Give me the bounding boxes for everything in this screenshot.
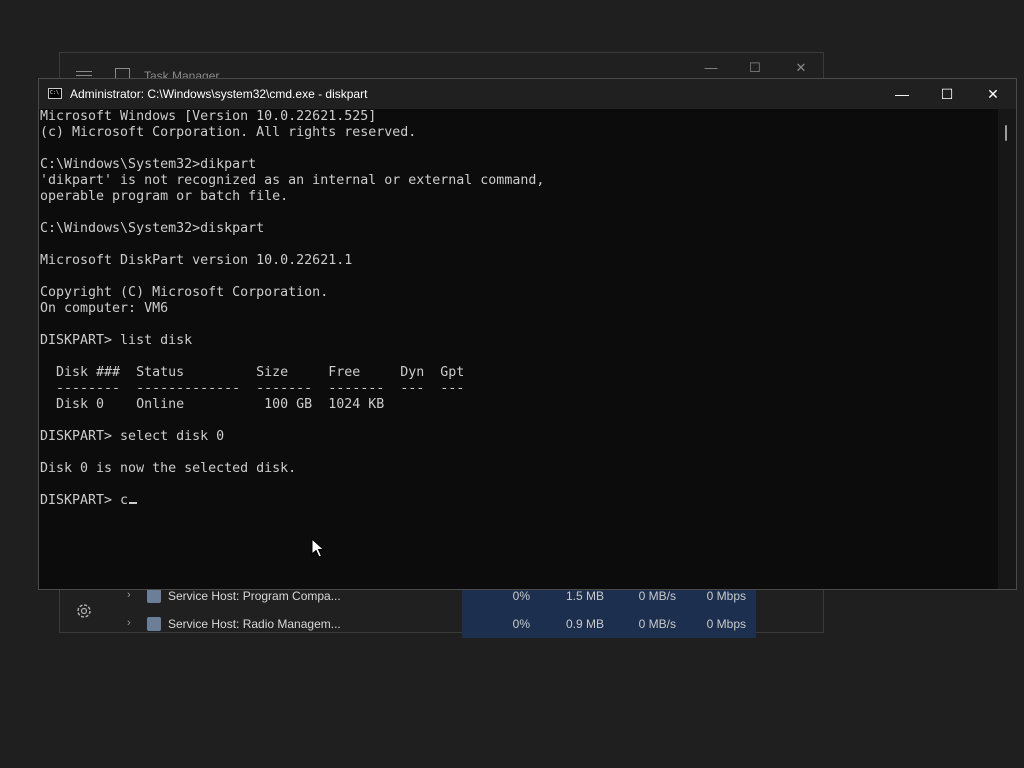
service-host-icon <box>147 589 161 603</box>
cpu-value: 0% <box>512 589 530 603</box>
process-name: Service Host: Radio Managem... <box>168 617 341 631</box>
memory-value: 1.5 MB <box>565 589 604 603</box>
scrollbar-thumb[interactable] <box>1005 125 1007 141</box>
command-prompt-window[interactable]: C:\ Administrator: C:\Windows\system32\c… <box>38 78 1017 590</box>
process-name: Service Host: Program Compa... <box>168 589 341 603</box>
console-area[interactable]: Microsoft Windows [Version 10.0.22621.52… <box>39 109 999 589</box>
vertical-scrollbar[interactable] <box>998 109 1016 589</box>
service-host-icon <box>147 617 161 631</box>
close-button[interactable]: ✕ <box>970 79 1016 109</box>
chevron-right-icon[interactable]: › <box>127 617 131 629</box>
process-row[interactable]: › Service Host: Radio Managem... 0% 0.9 … <box>111 610 824 638</box>
console-output: Microsoft Windows [Version 10.0.22621.52… <box>39 109 999 509</box>
console-input-line[interactable]: DISKPART> c <box>40 493 128 508</box>
console-history: Microsoft Windows [Version 10.0.22621.52… <box>40 109 545 476</box>
disk-value: 0 MB/s <box>638 617 676 631</box>
text-cursor <box>129 502 138 504</box>
memory-value: 0.9 MB <box>565 617 604 631</box>
disk-value: 0 MB/s <box>638 589 676 603</box>
process-metrics: 0% 0.9 MB 0 MB/s 0 Mbps <box>462 610 756 638</box>
mouse-pointer-icon <box>311 537 325 558</box>
cpu-value: 0% <box>512 617 530 631</box>
settings-gear-icon[interactable] <box>74 601 94 621</box>
chevron-right-icon[interactable]: › <box>127 589 131 601</box>
command-prompt-titlebar[interactable]: C:\ Administrator: C:\Windows\system32\c… <box>39 79 1016 109</box>
network-value: 0 Mbps <box>706 617 746 631</box>
command-prompt-icon: C:\ <box>48 88 62 99</box>
maximize-button[interactable]: ☐ <box>924 79 970 109</box>
network-value: 0 Mbps <box>706 589 746 603</box>
window-title: Administrator: C:\Windows\system32\cmd.e… <box>70 87 368 101</box>
minimize-button[interactable]: — <box>879 79 925 109</box>
